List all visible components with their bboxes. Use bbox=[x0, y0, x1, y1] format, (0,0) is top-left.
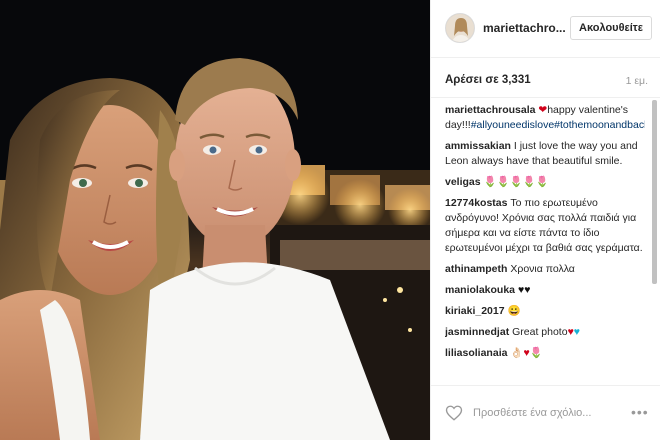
post-header: mariettachro... Ακολουθείτε bbox=[431, 0, 660, 58]
heart-outline-icon[interactable] bbox=[445, 404, 463, 422]
comment-text: ♥ bbox=[573, 326, 581, 338]
comment-text: 🌷🌷🌷🌷🌷 bbox=[480, 176, 549, 188]
comment-username[interactable]: mariettachrousala bbox=[445, 104, 535, 116]
more-options-icon[interactable]: ••• bbox=[631, 405, 649, 419]
comment-text: ❤ bbox=[538, 104, 548, 116]
comment-item: jasminnedjat Great photo♥♥ bbox=[445, 325, 645, 340]
post-photo[interactable] bbox=[0, 0, 430, 440]
comment-text: ♥♥ bbox=[517, 284, 531, 296]
avatar[interactable] bbox=[445, 13, 475, 43]
add-comment-input[interactable] bbox=[473, 405, 613, 421]
comment-item: mariettachrousala ❤happy valentine's day… bbox=[445, 103, 645, 133]
comment-item: kiriaki_2017 😀 bbox=[445, 304, 645, 319]
comment-username[interactable]: ammissakian bbox=[445, 140, 511, 152]
comment-username[interactable]: kiriaki_2017 bbox=[445, 305, 505, 317]
comment-text: Great photo bbox=[509, 326, 568, 338]
following-button[interactable]: Ακολουθείτε bbox=[570, 16, 652, 40]
comment-username[interactable]: jasminnedjat bbox=[445, 326, 509, 338]
comment-item: maniolakouka ♥♥ bbox=[445, 283, 645, 298]
hashtag-link[interactable]: #tothemoonandback bbox=[554, 119, 645, 131]
comment-item: 12774kostas Το πιο ερωτευμένο ανδρόγυνο!… bbox=[445, 196, 645, 256]
comment-text: 🌷 bbox=[529, 347, 543, 359]
profile-photo-icon bbox=[446, 14, 474, 42]
post-time[interactable]: 1 εμ. bbox=[626, 75, 648, 87]
comments-list[interactable]: mariettachrousala ❤happy valentine's day… bbox=[445, 103, 645, 385]
comment-item: athinampeth Χρονια πολλα bbox=[445, 262, 645, 277]
likes-count[interactable]: Αρέσει σε 3,331 bbox=[445, 74, 531, 86]
comment-bar: ••• bbox=[431, 385, 660, 440]
username-link[interactable]: mariettachro... bbox=[483, 21, 569, 35]
comment-username[interactable]: 12774kostas bbox=[445, 197, 507, 209]
comment-username[interactable]: veligas bbox=[445, 176, 481, 188]
comment-item: ammissakian I just love the way you and … bbox=[445, 139, 645, 169]
comments-scrollbar[interactable] bbox=[652, 100, 657, 284]
comment-username[interactable]: maniolakouka bbox=[445, 284, 515, 296]
comment-item: liliasolianaia 👌🏻♥🌷 bbox=[445, 346, 645, 361]
comment-text: 👌🏻 bbox=[507, 347, 524, 359]
comment-item: veligas 🌷🌷🌷🌷🌷 bbox=[445, 175, 645, 190]
comment-text: Χρονια πολλα bbox=[507, 263, 575, 275]
post-sidebar: mariettachro... Ακολουθείτε Αρέσει σε 3,… bbox=[430, 0, 660, 440]
comment-username[interactable]: liliasolianaia bbox=[445, 347, 507, 359]
hashtag-link[interactable]: #allyouneedislove bbox=[471, 119, 554, 131]
selfie-illustration bbox=[0, 0, 430, 440]
comment-text: 😀 bbox=[504, 305, 521, 317]
likes-row: Αρέσει σε 3,331 1 εμ. bbox=[431, 58, 660, 98]
comment-username[interactable]: athinampeth bbox=[445, 263, 507, 275]
